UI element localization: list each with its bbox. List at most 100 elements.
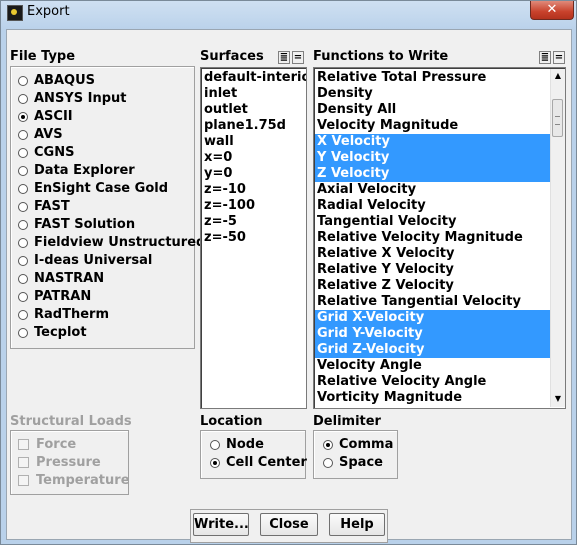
- app-icon: [7, 5, 23, 21]
- radio-button[interactable]: [323, 458, 333, 468]
- surface-item-z-10[interactable]: z=-10: [204, 182, 246, 198]
- functions-deselect-all-icon[interactable]: =: [553, 51, 565, 64]
- function-item-relative-tangential-velocity[interactable]: Relative Tangential Velocity: [317, 294, 521, 310]
- radio-label: AVS: [34, 127, 63, 142]
- write-button[interactable]: Write...: [193, 513, 249, 536]
- radio-button[interactable]: [18, 256, 28, 266]
- function-item-velocity-angle[interactable]: Velocity Angle: [317, 358, 422, 374]
- radio-button[interactable]: [18, 112, 28, 122]
- checkbox-label: Temperature: [36, 473, 130, 488]
- surface-item-inlet[interactable]: inlet: [204, 86, 237, 102]
- radio-button[interactable]: [18, 130, 28, 140]
- radio-button[interactable]: [18, 310, 28, 320]
- checkbox: [18, 439, 29, 450]
- radio-button[interactable]: [18, 202, 28, 212]
- file-type-label: File Type: [10, 49, 76, 64]
- function-item-axial-velocity[interactable]: Axial Velocity: [317, 182, 416, 198]
- surface-item-z-50[interactable]: z=-50: [204, 230, 246, 246]
- checkbox: [18, 457, 29, 468]
- radio-button[interactable]: [18, 328, 28, 338]
- surface-item-default-interior[interactable]: default-interior: [204, 70, 306, 86]
- function-item-z-velocity[interactable]: Z Velocity: [317, 166, 389, 182]
- radio-label: I-deas Universal: [34, 253, 153, 268]
- radio-label: EnSight Case Gold: [34, 181, 169, 196]
- scrollbar-thumb[interactable]: [552, 99, 563, 137]
- dialog-body: File Type ABAQUS ANSYS Input ASCII AVS CGNS D…: [6, 29, 572, 543]
- radio-button[interactable]: [210, 458, 220, 468]
- function-item-radial-velocity[interactable]: Radial Velocity: [317, 198, 426, 214]
- window-close-button[interactable]: ✕: [530, 1, 574, 20]
- functions-listbox[interactable]: Relative Total Pressure Density Density Al…: [313, 67, 566, 409]
- function-item-relative-velocity-angle[interactable]: Relative Velocity Angle: [317, 374, 486, 390]
- function-item-grid-x-velocity[interactable]: Grid X-Velocity: [317, 310, 424, 326]
- scroll-down-arrow-icon[interactable]: ▼: [551, 392, 565, 406]
- radio-button[interactable]: [18, 238, 28, 248]
- function-item-x-velocity[interactable]: X Velocity: [317, 134, 390, 150]
- checkbox-label: Pressure: [36, 455, 101, 470]
- function-item-tangential-velocity[interactable]: Tangential Velocity: [317, 214, 456, 230]
- radio-label: FAST: [34, 199, 70, 214]
- radio-button[interactable]: [18, 76, 28, 86]
- function-item-relative-total-pressure[interactable]: Relative Total Pressure: [317, 70, 486, 86]
- functions-label: Functions to Write: [313, 49, 449, 64]
- checkbox: [18, 475, 29, 486]
- radio-label: CGNS: [34, 145, 75, 160]
- surfaces-select-all-icon[interactable]: ≣: [278, 51, 290, 64]
- radio-button[interactable]: [18, 148, 28, 158]
- function-item-density-all[interactable]: Density All: [317, 102, 396, 118]
- function-item-density[interactable]: Density: [317, 86, 373, 102]
- close-button[interactable]: Close: [260, 513, 318, 536]
- radio-label: Data Explorer: [34, 163, 135, 178]
- function-item-relative-velocity-magnitude[interactable]: Relative Velocity Magnitude: [317, 230, 523, 246]
- function-item-relative-y-velocity[interactable]: Relative Y Velocity: [317, 262, 454, 278]
- surface-item-z-5[interactable]: z=-5: [204, 214, 237, 230]
- close-icon: ✕: [546, 2, 558, 17]
- surfaces-label: Surfaces: [200, 49, 264, 64]
- radio-button[interactable]: [210, 440, 220, 450]
- surface-item-z-100[interactable]: z=-100: [204, 198, 255, 214]
- surface-item-x-0[interactable]: x=0: [204, 150, 232, 166]
- function-item-grid-z-velocity[interactable]: Grid Z-Velocity: [317, 342, 424, 358]
- radio-button[interactable]: [18, 166, 28, 176]
- delimiter-label: Delimiter: [313, 414, 381, 429]
- radio-label: Tecplot: [34, 325, 87, 340]
- checkbox-label: Force: [36, 437, 77, 452]
- radio-button[interactable]: [18, 292, 28, 302]
- radio-label: PATRAN: [34, 289, 92, 304]
- radio-label: Space: [339, 455, 383, 470]
- radio-label: Cell Center: [226, 455, 307, 470]
- radio-button[interactable]: [323, 440, 333, 450]
- function-item-grid-y-velocity[interactable]: Grid Y-Velocity: [317, 326, 423, 342]
- radio-button[interactable]: [18, 220, 28, 230]
- location-label: Location: [200, 414, 263, 429]
- help-button[interactable]: Help: [329, 513, 385, 536]
- radio-label: Fieldview Unstructured: [34, 235, 206, 250]
- scroll-up-arrow-icon[interactable]: ▲: [551, 69, 565, 83]
- radio-button[interactable]: [18, 94, 28, 104]
- surface-item-outlet[interactable]: outlet: [204, 102, 248, 118]
- functions-scrollbar[interactable]: ▲ ▼: [550, 69, 565, 407]
- radio-label: ASCII: [34, 109, 73, 124]
- radio-label: Node: [226, 437, 264, 452]
- radio-label: FAST Solution: [34, 217, 136, 232]
- function-item-relative-x-velocity[interactable]: Relative X Velocity: [317, 246, 455, 262]
- window-title: Export: [27, 4, 70, 19]
- surfaces-deselect-all-icon[interactable]: =: [292, 51, 304, 64]
- surface-item-wall[interactable]: wall: [204, 134, 234, 150]
- surface-item-plane1-75d[interactable]: plane1.75d: [204, 118, 286, 134]
- function-item-velocity-magnitude[interactable]: Velocity Magnitude: [317, 118, 458, 134]
- function-item-y-velocity[interactable]: Y Velocity: [317, 150, 389, 166]
- surfaces-listbox[interactable]: default-interior inlet outlet plane1.75d wal…: [200, 67, 307, 409]
- radio-label: ANSYS Input: [34, 91, 127, 106]
- radio-label: Comma: [339, 437, 394, 452]
- surface-item-y-0[interactable]: y=0: [204, 166, 232, 182]
- functions-select-all-icon[interactable]: ≣: [539, 51, 551, 64]
- radio-button[interactable]: [18, 274, 28, 284]
- radio-label: RadTherm: [34, 307, 109, 322]
- function-item-relative-z-velocity[interactable]: Relative Z Velocity: [317, 278, 454, 294]
- radio-button[interactable]: [18, 184, 28, 194]
- radio-label: ABAQUS: [34, 73, 96, 88]
- title-bar[interactable]: Export ✕: [1, 1, 576, 25]
- function-item-vorticity-magnitude[interactable]: Vorticity Magnitude: [317, 390, 462, 406]
- radio-label: NASTRAN: [34, 271, 105, 286]
